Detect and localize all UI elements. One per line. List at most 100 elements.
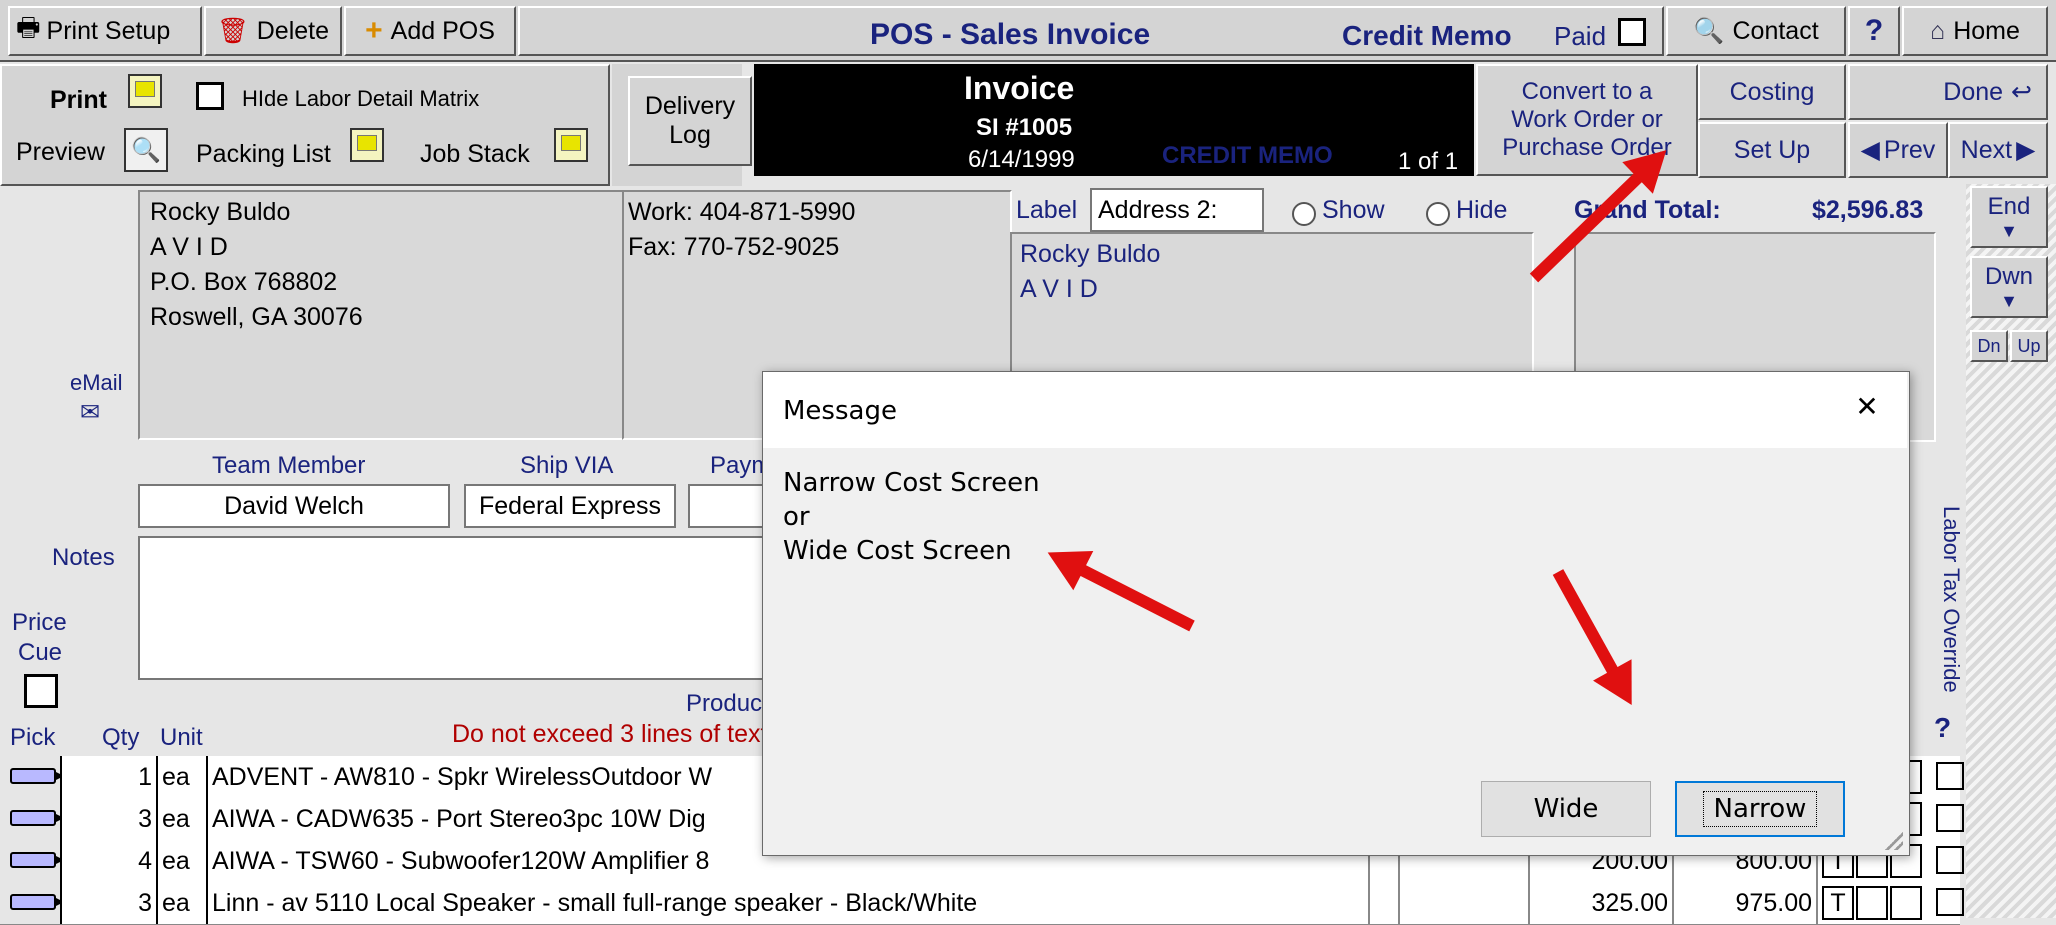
print-icon[interactable] (124, 74, 166, 113)
override-checkbox[interactable] (1936, 762, 1964, 790)
magnifier-icon: 🔍 (1693, 16, 1725, 45)
invoice-number: SI #1005 (976, 114, 1073, 141)
unit-cell[interactable]: ea (158, 756, 208, 798)
dialog-message-line: or (783, 502, 810, 532)
tax-override-vertical: Labor Tax Override (1939, 506, 1964, 693)
work-phone: Work: 404-871-5990 (628, 198, 856, 226)
pick-cell[interactable] (0, 840, 60, 882)
invoice-header-panel (754, 64, 1474, 176)
notes-label: Notes (52, 544, 115, 571)
qty-cell[interactable]: 3 (60, 798, 158, 840)
costing-button[interactable]: Costing (1698, 64, 1846, 120)
packing-list-icon[interactable] (346, 128, 388, 167)
paid-label: Paid (1554, 21, 1607, 51)
flag-cell[interactable] (1890, 886, 1922, 920)
invoice-date: 6/14/1999 (968, 146, 1075, 173)
triangle-left-icon: ◀ (1860, 136, 1880, 164)
preview-icon[interactable]: 🔍 (124, 128, 168, 172)
price-cue-label: Price Cue (12, 609, 67, 666)
add-pos-button[interactable]: + Add POS (344, 6, 516, 56)
show-radio[interactable]: Show (1292, 196, 1385, 226)
customer-line: Rocky Buldo (150, 198, 291, 226)
prev-button[interactable]: ◀ Prev (1848, 122, 1948, 178)
pencil-icon (10, 852, 60, 868)
contact-button[interactable]: 🔍 Contact (1666, 6, 1846, 56)
payment-field[interactable] (688, 484, 768, 528)
address-label-caption: Label (1016, 196, 1078, 224)
address-label-input[interactable]: Address 2: (1090, 188, 1264, 232)
dialog-message-line: Narrow Cost Screen (783, 468, 1040, 498)
dialog-title: Message (783, 396, 897, 426)
page-indicator: 1 of 1 (1398, 148, 1459, 175)
pick-header: Pick (10, 724, 56, 751)
paid-checkbox[interactable] (1618, 18, 1646, 46)
done-button[interactable]: Done ↩ (1848, 64, 2048, 120)
pick-cell[interactable] (0, 756, 60, 798)
hide-radio[interactable]: Hide (1426, 196, 1507, 226)
narrow-button[interactable]: Narrow (1675, 781, 1845, 837)
email-label: eMail (70, 370, 123, 395)
qty-cell[interactable]: 4 (60, 840, 158, 882)
job-stack-icon[interactable] (550, 128, 592, 167)
home-button[interactable]: ⌂ Home (1902, 6, 2048, 56)
flag-cell[interactable] (1856, 886, 1888, 920)
pencil-icon (10, 894, 60, 910)
tax-flag-cell[interactable]: T (1822, 886, 1854, 920)
end-button[interactable]: End ▼ (1970, 186, 2048, 248)
qty-cell[interactable]: 1 (60, 756, 158, 798)
arrow-down-icon: ▼ (2000, 290, 2018, 311)
triangle-right-icon: ▶ (2016, 136, 2036, 164)
message-dialog: Message ✕ Narrow Cost Screen or Wide Cos… (762, 371, 1910, 856)
return-icon: ↩ (2011, 78, 2032, 106)
close-icon[interactable]: ✕ (1847, 390, 1887, 423)
trash-icon: 🗑 (216, 16, 249, 45)
shipping-line: Rocky Buldo (1020, 240, 1161, 268)
up-button[interactable]: Up (2010, 330, 2048, 362)
notes-textarea[interactable] (138, 536, 778, 680)
payment-label: Payment (710, 452, 762, 479)
qty-header: Qty (102, 724, 140, 751)
print-label: Print (50, 86, 107, 114)
wide-button[interactable]: Wide (1481, 781, 1651, 837)
next-button[interactable]: Next ▶ (1948, 122, 2048, 178)
shipping-line: A V I D (1020, 275, 1098, 303)
dn-button[interactable]: Dn (1970, 330, 2008, 362)
table-row[interactable]: 3 ea Linn - av 5110 Local Speaker - small … (0, 882, 1964, 925)
product-header: Product (686, 690, 766, 717)
pencil-icon (10, 810, 60, 826)
set-up-button[interactable]: Set Up (1698, 122, 1846, 178)
unit-header: Unit (160, 724, 203, 751)
warning-text: Do not exceed 3 lines of text (452, 720, 766, 748)
print-setup-button[interactable]: 🖶 Print Setup (8, 6, 202, 56)
invoice-heading: Invoice (964, 70, 1075, 106)
price-cue-checkbox[interactable] (24, 674, 58, 708)
page-title: POS - Sales Invoice (870, 18, 1151, 51)
packing-list-label: Packing List (196, 140, 331, 168)
dialog-message-line: Wide Cost Screen (783, 536, 1012, 566)
unit-cell[interactable]: ea (158, 840, 208, 882)
hide-labor-label: HIde Labor Detail Matrix (242, 86, 480, 111)
override-checkbox[interactable] (1936, 846, 1964, 874)
unit-cell[interactable]: ea (158, 798, 208, 840)
help-button[interactable]: ? (1848, 6, 1900, 56)
credit-memo-faded: CREDIT MEMO (1162, 142, 1333, 169)
team-member-field[interactable]: David Welch (138, 484, 450, 528)
hide-labor-checkbox[interactable] (196, 82, 224, 110)
override-checkbox[interactable] (1936, 804, 1964, 832)
customer-line: A V I D (150, 233, 228, 261)
customer-line: P.O. Box 768802 (150, 268, 338, 296)
dialog-titlebar (763, 372, 1907, 448)
resize-grip-icon[interactable] (1885, 832, 1903, 850)
printer-icon: 🖶 (16, 12, 41, 42)
delete-button[interactable]: 🗑 Delete (204, 6, 342, 56)
tax-help-icon[interactable]: ? (1934, 712, 1951, 744)
override-checkbox[interactable] (1936, 888, 1964, 916)
team-member-label: Team Member (212, 452, 366, 479)
email-icon[interactable]: ✉ (80, 398, 116, 428)
grand-total-value: $2,596.83 (1812, 196, 1924, 224)
pick-cell[interactable] (0, 798, 60, 840)
ship-via-field[interactable]: Federal Express (464, 484, 676, 528)
credit-memo-label: Credit Memo (1342, 20, 1512, 51)
delivery-log-button[interactable]: Delivery Log (628, 76, 752, 166)
dwn-button[interactable]: Dwn ▼ (1970, 256, 2048, 318)
